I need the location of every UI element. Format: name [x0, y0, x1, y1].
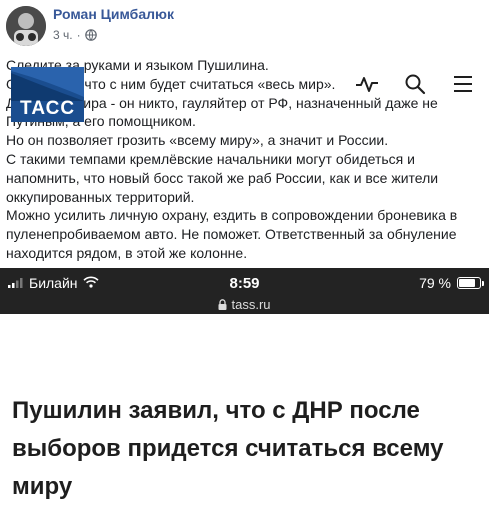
tass-nav — [355, 72, 475, 96]
tass-logo[interactable]: ТАСС — [11, 67, 84, 122]
address-bar[interactable]: tass.ru — [0, 297, 489, 313]
post-line: С такими темпами кремлёвские начальники … — [6, 150, 439, 205]
post-line: Можно усилить личную охрану, ездить в со… — [6, 207, 458, 261]
post-meta: 3 ч. · — [53, 28, 97, 42]
post-time[interactable]: 3 ч. — [53, 28, 73, 42]
tass-header — [0, 314, 489, 389]
globe-icon — [84, 29, 97, 41]
battery-cap — [482, 281, 484, 286]
avatar[interactable] — [6, 6, 46, 46]
logo-swoosh — [11, 67, 84, 101]
search-icon[interactable] — [403, 72, 427, 96]
pulse-icon[interactable] — [355, 72, 379, 96]
menu-icon[interactable] — [451, 72, 475, 96]
phone-status-bar: Билайн 8:59 79 % tass.ru — [0, 268, 489, 314]
author-name[interactable]: Роман Цимбалюк — [53, 6, 174, 22]
meta-separator: · — [76, 28, 81, 42]
article-headline[interactable]: Пушилин заявил, что с ДНР после выборов … — [12, 392, 482, 506]
post-header: Роман Цимбалюк 3 ч. · — [0, 0, 489, 50]
phone-time: 8:59 — [229, 275, 260, 292]
logo-text: ТАСС — [19, 98, 76, 119]
battery-status: 79 % — [419, 275, 484, 291]
url-text: tass.ru — [231, 297, 271, 312]
post-line: Но он позволяет грозить «всему миру», а … — [6, 132, 389, 149]
lock-icon — [218, 298, 227, 313]
battery-percent: 79 % — [419, 275, 451, 291]
battery-icon — [457, 277, 484, 289]
battery-fill — [459, 279, 475, 287]
